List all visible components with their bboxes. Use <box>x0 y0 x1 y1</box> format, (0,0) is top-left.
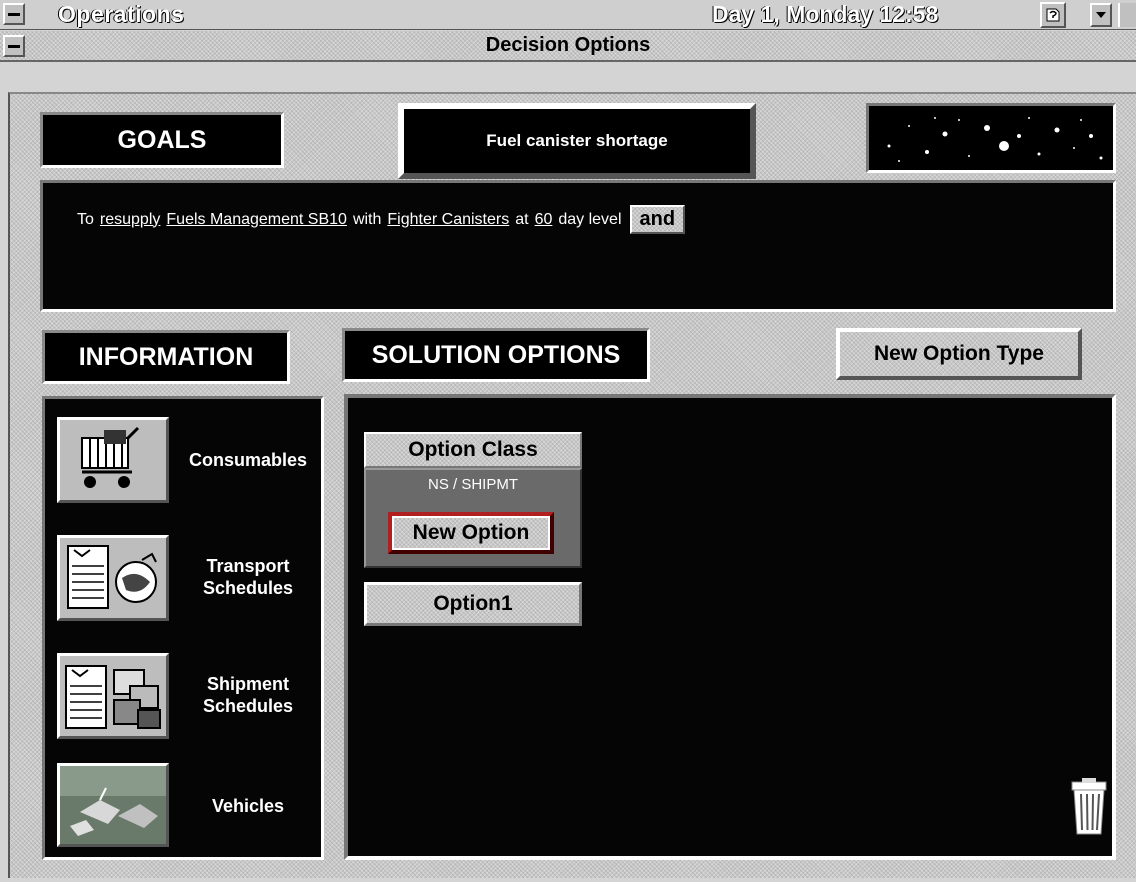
goal-item-link[interactable]: Fighter Canisters <box>387 211 509 229</box>
transport-schedule-icon <box>57 535 169 621</box>
shipment-schedule-icon <box>57 653 169 739</box>
goal-target-link[interactable]: Fuels Management SB10 <box>166 211 347 229</box>
system-menu-icon[interactable] <box>3 3 25 25</box>
app-title: Operations <box>58 1 185 27</box>
goal-suffix: day level <box>558 210 622 228</box>
goal-level-link[interactable]: 60 <box>535 211 553 229</box>
option-class-body: NS / SHIPMT New Option <box>364 468 582 568</box>
window-titlebar: Decision Options <box>0 31 1136 62</box>
option1-button[interactable]: Option1 <box>364 582 582 626</box>
new-option-type-button[interactable]: New Option Type <box>836 328 1082 380</box>
trash-can-icon[interactable] <box>1068 778 1110 836</box>
app-titlebar: Operations Day 1, Monday 12:58 <box>0 0 1136 30</box>
transport-label-line2: Schedules <box>202 578 294 598</box>
solution-options-heading: SOLUTION OPTIONS <box>342 328 650 382</box>
new-option-button[interactable]: New Option <box>388 512 554 554</box>
option-class-type: NS / SHIPMT <box>427 476 518 493</box>
option-class-group: Option Class NS / SHIPMT New Option <box>364 432 584 572</box>
goals-heading: GOALS <box>40 112 284 168</box>
minimize-icon[interactable] <box>1090 3 1112 27</box>
information-panel: Consumables Transport Schedules Shipment… <box>42 396 324 860</box>
window-title: Decision Options <box>485 34 651 56</box>
info-item-transport-schedules[interactable]: Transport Schedules <box>57 535 319 631</box>
clock-display: Day 1, Monday 12:58 <box>712 1 939 27</box>
vehicles-label: Vehicles <box>211 796 285 816</box>
transport-label-line1: Transport <box>206 556 290 576</box>
goal-at: at <box>515 210 529 228</box>
problem-label: Fuel canister shortage <box>486 131 668 150</box>
goal-with: with <box>352 210 382 228</box>
option-class-label: Option Class <box>364 432 582 468</box>
info-item-vehicles[interactable]: Vehicles <box>57 763 319 853</box>
help-icon[interactable] <box>1040 2 1066 28</box>
starfield-image <box>866 103 1116 173</box>
info-item-shipment-schedules[interactable]: Shipment Schedules <box>57 653 319 749</box>
and-button[interactable]: and <box>629 205 686 234</box>
info-item-consumables[interactable]: Consumables <box>57 417 319 513</box>
maximize-icon[interactable] <box>1118 3 1136 27</box>
shopping-cart-icon <box>57 417 169 503</box>
goal-to: To <box>77 210 94 228</box>
solution-options-panel: Option Class NS / SHIPMT New Option Opti… <box>344 394 1116 860</box>
goal-statement-panel: To resupply Fuels Management SB10 with F… <box>40 180 1116 312</box>
consumables-label: Consumables <box>188 450 308 470</box>
vehicles-icon <box>57 763 169 847</box>
problem-box: Fuel canister shortage <box>398 103 756 179</box>
goal-action-link[interactable]: resupply <box>100 211 160 229</box>
information-heading: INFORMATION <box>42 330 290 384</box>
shipment-label-line2: Schedules <box>202 696 294 716</box>
shipment-label-line1: Shipment <box>206 674 289 694</box>
